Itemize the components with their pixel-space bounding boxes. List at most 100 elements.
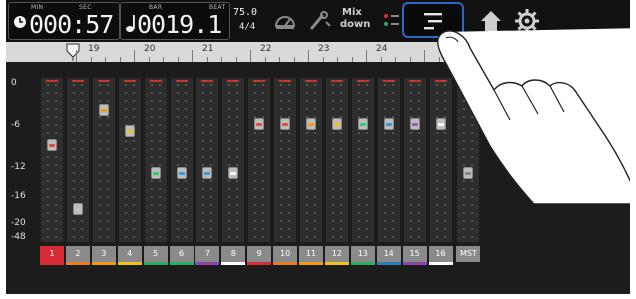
channel-color-bar bbox=[65, 262, 90, 265]
channel-button[interactable]: 7 bbox=[195, 246, 220, 262]
channel-strip[interactable] bbox=[351, 78, 374, 242]
clock-icon bbox=[14, 16, 26, 28]
channel-strip[interactable] bbox=[325, 78, 348, 242]
playhead-marker-icon[interactable] bbox=[66, 43, 80, 61]
fader-knob[interactable] bbox=[383, 118, 394, 130]
channel-strip[interactable] bbox=[66, 78, 89, 242]
peak-indicator bbox=[305, 80, 317, 82]
channel-button[interactable]: 11 bbox=[299, 246, 323, 262]
scale-label: -12 bbox=[11, 162, 26, 172]
strip-background bbox=[170, 78, 193, 242]
channel-button[interactable]: 2 bbox=[65, 246, 90, 262]
channel-button[interactable]: 4 bbox=[117, 246, 142, 262]
channel-color-bar bbox=[402, 262, 427, 265]
channel-button[interactable]: 16 bbox=[428, 246, 453, 262]
ruler-tick bbox=[76, 50, 77, 62]
channel-color-bar bbox=[273, 262, 298, 265]
strip-background bbox=[457, 78, 480, 242]
channel-button[interactable]: 5 bbox=[143, 246, 168, 262]
mixdown-button[interactable]: Mix down bbox=[336, 6, 376, 36]
channel-strip[interactable] bbox=[92, 78, 115, 242]
level-meter bbox=[184, 84, 187, 242]
level-meter bbox=[409, 84, 412, 242]
fader-knob[interactable] bbox=[124, 125, 135, 137]
channel-button[interactable]: 13 bbox=[350, 246, 375, 262]
peak-indicator bbox=[408, 80, 421, 82]
fader-knob[interactable] bbox=[463, 167, 474, 180]
level-meter bbox=[391, 84, 394, 242]
time-counter[interactable]: MIN SEC 000:57 bbox=[8, 2, 120, 40]
peak-indicator bbox=[123, 80, 136, 82]
channel-strip[interactable] bbox=[170, 78, 193, 242]
channel-button[interactable]: 9 bbox=[247, 246, 272, 262]
fader-knob[interactable] bbox=[306, 118, 316, 130]
toolbar: MIN SEC 000:57 BAR BEAT 0019.1 75.0 4/4 bbox=[6, 0, 630, 42]
effects-icon[interactable] bbox=[304, 6, 334, 36]
channel-strip[interactable] bbox=[118, 78, 141, 242]
channel-strip[interactable] bbox=[377, 78, 400, 242]
bar-number: 20 bbox=[144, 44, 156, 54]
channel-strip[interactable] bbox=[222, 78, 245, 242]
channel-color-bar bbox=[169, 262, 194, 265]
channel-button[interactable]: 10 bbox=[273, 246, 298, 262]
level-meter bbox=[132, 84, 135, 242]
tempo-display[interactable]: 75.0 4/4 bbox=[230, 4, 264, 38]
ruler-tick bbox=[192, 50, 193, 62]
home-icon[interactable] bbox=[476, 6, 506, 36]
fader-knob[interactable] bbox=[72, 202, 83, 215]
fader-knob[interactable] bbox=[409, 118, 420, 130]
channel-strip[interactable] bbox=[429, 78, 452, 242]
fader-knob[interactable] bbox=[47, 139, 57, 151]
channel-strip[interactable] bbox=[274, 78, 297, 242]
level-meter bbox=[280, 84, 283, 242]
channel-strip[interactable] bbox=[248, 78, 271, 242]
master-channel-button[interactable]: MST bbox=[456, 246, 481, 262]
master-fader-strip[interactable] bbox=[457, 78, 480, 242]
fader-knob[interactable] bbox=[435, 118, 446, 130]
channel-color-bar bbox=[350, 262, 375, 265]
channel-strip[interactable] bbox=[196, 78, 219, 242]
channel-button[interactable]: 8 bbox=[221, 246, 246, 262]
level-meter bbox=[357, 84, 360, 242]
fader-color-stripe bbox=[100, 109, 107, 112]
bar-number: 24 bbox=[376, 44, 388, 54]
channel-color-bar bbox=[195, 262, 220, 265]
channel-button[interactable]: 3 bbox=[91, 246, 116, 262]
channel-button[interactable]: 1 bbox=[40, 246, 64, 262]
level-meter bbox=[150, 84, 153, 242]
bar-counter[interactable]: BAR BEAT 0019.1 bbox=[120, 2, 230, 40]
fader-knob[interactable] bbox=[202, 167, 213, 180]
peak-indicator bbox=[97, 80, 110, 82]
level-meter bbox=[254, 84, 257, 242]
channel-button[interactable]: 14 bbox=[376, 246, 401, 262]
peak-indicator bbox=[330, 80, 343, 82]
channel-strip[interactable] bbox=[300, 78, 322, 242]
ruler-tick bbox=[308, 50, 309, 62]
timeline-ruler[interactable]: 19 20 21 22 23 24 26 bbox=[6, 42, 630, 62]
fader-knob[interactable] bbox=[176, 167, 187, 180]
channel-strip[interactable] bbox=[41, 78, 63, 242]
channel-button[interactable]: 12 bbox=[324, 246, 349, 262]
fader-knob[interactable] bbox=[150, 167, 161, 180]
fader-knob[interactable] bbox=[331, 118, 342, 130]
channel-button[interactable]: 6 bbox=[169, 246, 194, 262]
fader-knob[interactable] bbox=[98, 104, 109, 116]
metronome-icon[interactable] bbox=[270, 6, 300, 36]
strip-background bbox=[429, 78, 452, 242]
channel-strip[interactable] bbox=[144, 78, 167, 242]
fader-knob[interactable] bbox=[228, 167, 239, 180]
channel-strip[interactable] bbox=[403, 78, 426, 242]
fader-knob[interactable] bbox=[357, 118, 368, 130]
channel-button[interactable]: 15 bbox=[402, 246, 427, 262]
level-meter bbox=[471, 84, 474, 242]
settings-icon[interactable] bbox=[512, 6, 542, 36]
fader-knob[interactable] bbox=[254, 118, 265, 130]
mixdown-label: down bbox=[340, 19, 371, 30]
mixer-icon bbox=[424, 13, 442, 30]
channel-color-bar bbox=[376, 262, 401, 265]
channel-color-bar bbox=[91, 262, 116, 265]
mixer-button[interactable] bbox=[402, 2, 464, 38]
fader-knob[interactable] bbox=[280, 118, 291, 130]
peak-indicator bbox=[175, 80, 188, 82]
fader-color-stripe bbox=[230, 172, 237, 176]
